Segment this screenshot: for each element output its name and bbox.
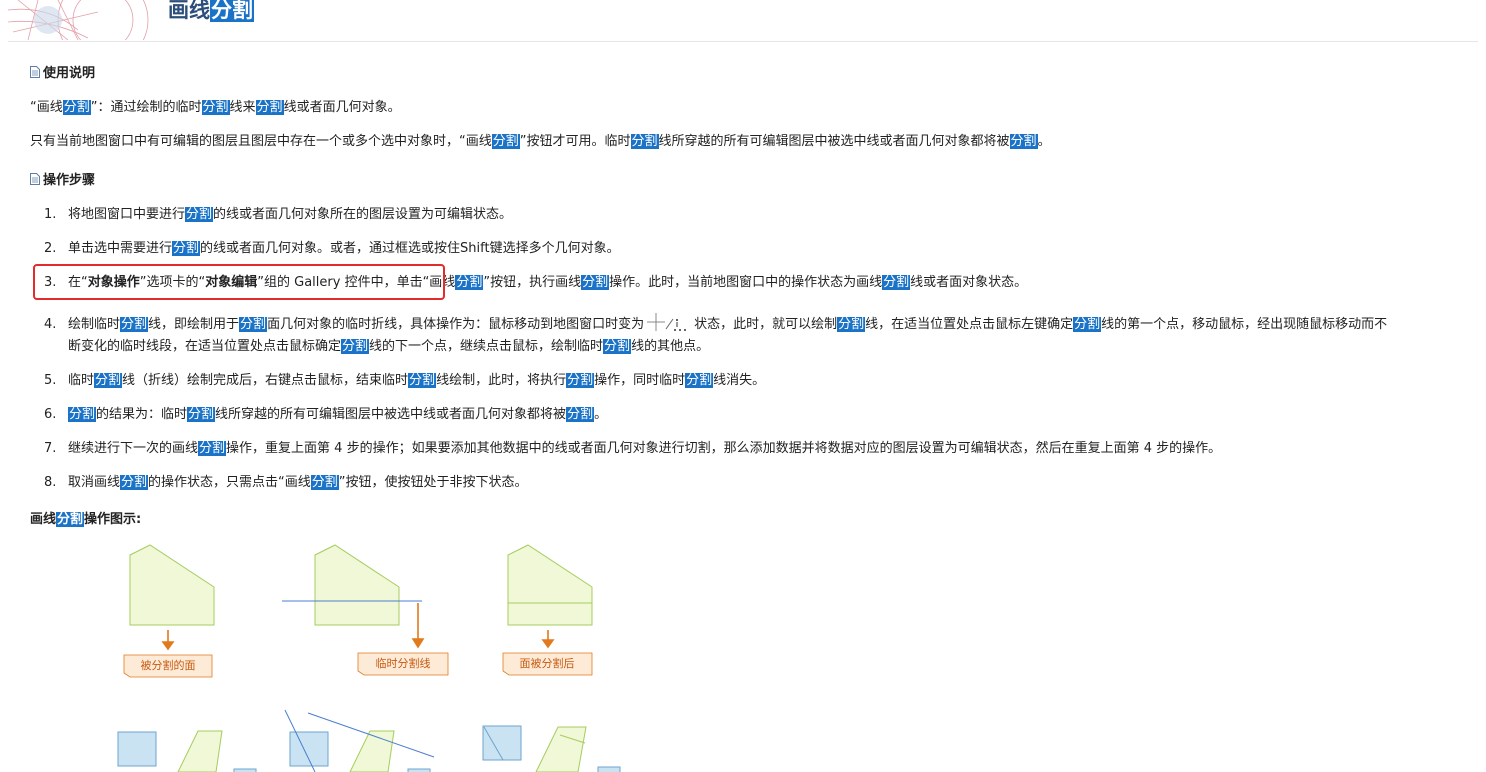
text-segment: 线的第一个点，移动鼠标，经出现随鼠标移动而不 (1101, 317, 1388, 332)
highlight-term: 分割 (566, 373, 595, 388)
highlight-term: 分割 (185, 207, 214, 222)
highlight-term: 分割 (94, 373, 123, 388)
step-2: 2. 单击选中需要进行分割的线或者面几何对象。或者，通过框选或按住Shift键选择… (44, 241, 620, 256)
highlight-term: 分割 (455, 275, 484, 290)
step-7: 7. 继续进行下一次的画线分割操作，重复上面第 4 步的操作；如果要添加其他数据中… (44, 441, 1222, 456)
header-divider (8, 41, 1478, 42)
polygon-with-line (282, 544, 422, 626)
text-segment: 面几何对象的临时折线，具体操作为：鼠标移动到地图窗口时变为 (267, 317, 645, 332)
highlight-term: 分割 (603, 339, 632, 354)
highlight-term: 分割 (255, 100, 284, 115)
highlight-term: 分割 (56, 512, 85, 527)
text-segment: 线的下一个点，继续点击鼠标，绘制临时 (369, 339, 604, 354)
text-segment: 将地图窗口中要进行 (68, 207, 186, 222)
highlight-term: 分割 (198, 441, 227, 456)
usage-heading: 使用说明 (30, 62, 95, 81)
callout-label-1: 被分割的面 (141, 658, 196, 672)
document-icon (30, 65, 40, 78)
text-segment: 的操作状态，只需点击“画线 (148, 475, 311, 490)
text-segment: 继续进行下一次的画线 (68, 441, 199, 456)
highlight-term: 分割 (1073, 317, 1102, 332)
page-title: 画线分割 (168, 0, 254, 22)
text-segment: “画线 (30, 100, 63, 115)
text-segment: 取消画线 (68, 475, 121, 490)
text-segment: ”按钮才可用。临时 (519, 134, 631, 149)
banner-logo (8, 0, 158, 40)
header: 画线分割 (0, 0, 1486, 42)
text-segment: 线所穿越的所有可编辑图层中被选中线或者面几何对象都将被 (215, 407, 567, 422)
highlight-term: 分割 (310, 475, 339, 490)
text-segment: 线的其他点。 (631, 339, 710, 354)
text-segment: 线来 (229, 100, 256, 115)
highlight-term: 分割 (1009, 134, 1038, 149)
highlight-term: 分割 (62, 100, 91, 115)
callout-label-2: 临时分割线 (376, 656, 431, 670)
text-segment: 操作，重复上面第 4 步的操作；如果要添加其他数据中的线或者面几何对象进行切割，… (226, 441, 1222, 456)
text-segment: 的线或者面几何对象所在的图层设置为可编辑状态。 (213, 207, 513, 222)
split-diagram: 被分割的面 临时分割线 面被分割后 (117, 544, 621, 772)
text-segment: 断变化的临时线段，在适当位置处点击鼠标确定 (68, 339, 342, 354)
text-segment: 的线或者面几何对象。或者，通过框选或按住Shift键选择多个几何对象。 (200, 241, 620, 256)
text-segment: ”按钮，执行画线 (483, 275, 582, 290)
text-segment: 操作图示: (84, 512, 142, 527)
highlight-term: 分割 (685, 373, 714, 388)
text-segment: 状态，此时，就可以绘制 (694, 317, 838, 332)
text-segment: 。 (1037, 134, 1051, 149)
text-segment: 临时 (68, 373, 95, 388)
step-8: 8. 取消画线分割的操作状态，只需点击“画线分割”按钮，使按钮处于非按下状态。 (44, 475, 528, 490)
highlight-term: 分割 (201, 100, 230, 115)
step-6: 6. 分割的结果为：临时分割线所穿越的所有可编辑图层中被选中线或者面几何对象都将被… (44, 407, 608, 422)
highlight-term: 分割 (837, 317, 866, 332)
figure-caption: 画线分割操作图示: (30, 508, 141, 527)
highlight-term: 分割 (408, 373, 437, 388)
split-cursor-icon (647, 313, 687, 331)
text-segment: 线所穿越的所有可编辑图层中被选中线或者面几何对象都将被 (658, 134, 1010, 149)
step-5: 5. 临时分割线（折线）绘制完成后，右键点击鼠标，结束临时分割线绘制，此时，将执行… (44, 373, 766, 388)
highlight-term: 分割 (172, 241, 201, 256)
text-segment: 绘制临时 (68, 317, 121, 332)
polygon-after (507, 544, 593, 626)
highlight-term: 分割 (581, 275, 610, 290)
highlight-term: 分割 (630, 134, 659, 149)
text-segment: 操作，同时临时 (594, 373, 686, 388)
text-segment: 线（折线）绘制完成后，右键点击鼠标，结束临时 (122, 373, 409, 388)
text-segment: 单击选中需要进行 (68, 241, 173, 256)
steps-heading: 操作步骤 (30, 169, 95, 188)
text-segment: 线或者面几何对象。 (283, 100, 401, 115)
text-segment: 线消失。 (713, 373, 766, 388)
second-row-shapes (117, 709, 621, 772)
step-4-continuation: 断变化的临时线段，在适当位置处点击鼠标确定分割线的下一个点，继续点击鼠标，绘制临… (68, 335, 709, 354)
text-segment: 操作。此时，当前地图窗口中的操作状态为画线 (609, 275, 883, 290)
highlight-term: 分割 (239, 317, 268, 332)
polygon-before (129, 544, 215, 626)
highlight-term: 分割 (120, 317, 149, 332)
step-1: 1. 将地图窗口中要进行分割的线或者面几何对象所在的图层设置为可编辑状态。 (44, 207, 513, 222)
step-4: 4. 绘制临时分割线，即绘制用于分割面几何对象的临时折线，具体操作为：鼠标移动到地… (44, 311, 1387, 333)
highlight-term: 分割 (882, 275, 911, 290)
text-segment: 。 (594, 407, 608, 422)
text-segment: 只有当前地图窗口中有可编辑的图层且图层中存在一个或多个选中对象时，“画线 (30, 134, 492, 149)
usage-line-2: 只有当前地图窗口中有可编辑的图层且图层中存在一个或多个选中对象时，“画线分割”按… (30, 130, 1051, 149)
text-segment: 画线 (30, 512, 57, 527)
highlight-term: 分割 (566, 407, 595, 422)
callout-label-3: 面被分割后 (520, 656, 575, 670)
highlight-term: 分割 (341, 339, 370, 354)
usage-line-1: “画线分割”：通过绘制的临时分割线来分割线或者面几何对象。 (30, 96, 401, 115)
text-segment: 线或者面对象状态。 (910, 275, 1028, 290)
highlight-term: 分割 (120, 475, 149, 490)
text-segment: ”：通过绘制的临时 (90, 100, 202, 115)
text-segment: 的结果为：临时 (96, 407, 188, 422)
text-segment: 线，在适当位置处点击鼠标左键确定 (865, 317, 1074, 332)
text-segment: ”按钮，使按钮处于非按下状态。 (338, 475, 528, 490)
text-segment: 线绘制，此时，将执行 (436, 373, 567, 388)
text-segment: 线，即绘制用于 (148, 317, 240, 332)
document-icon (30, 172, 40, 185)
highlight-term: 分割 (491, 134, 520, 149)
highlight-box (33, 264, 445, 300)
highlight-term: 分割 (68, 407, 97, 422)
highlight-term: 分割 (187, 407, 216, 422)
